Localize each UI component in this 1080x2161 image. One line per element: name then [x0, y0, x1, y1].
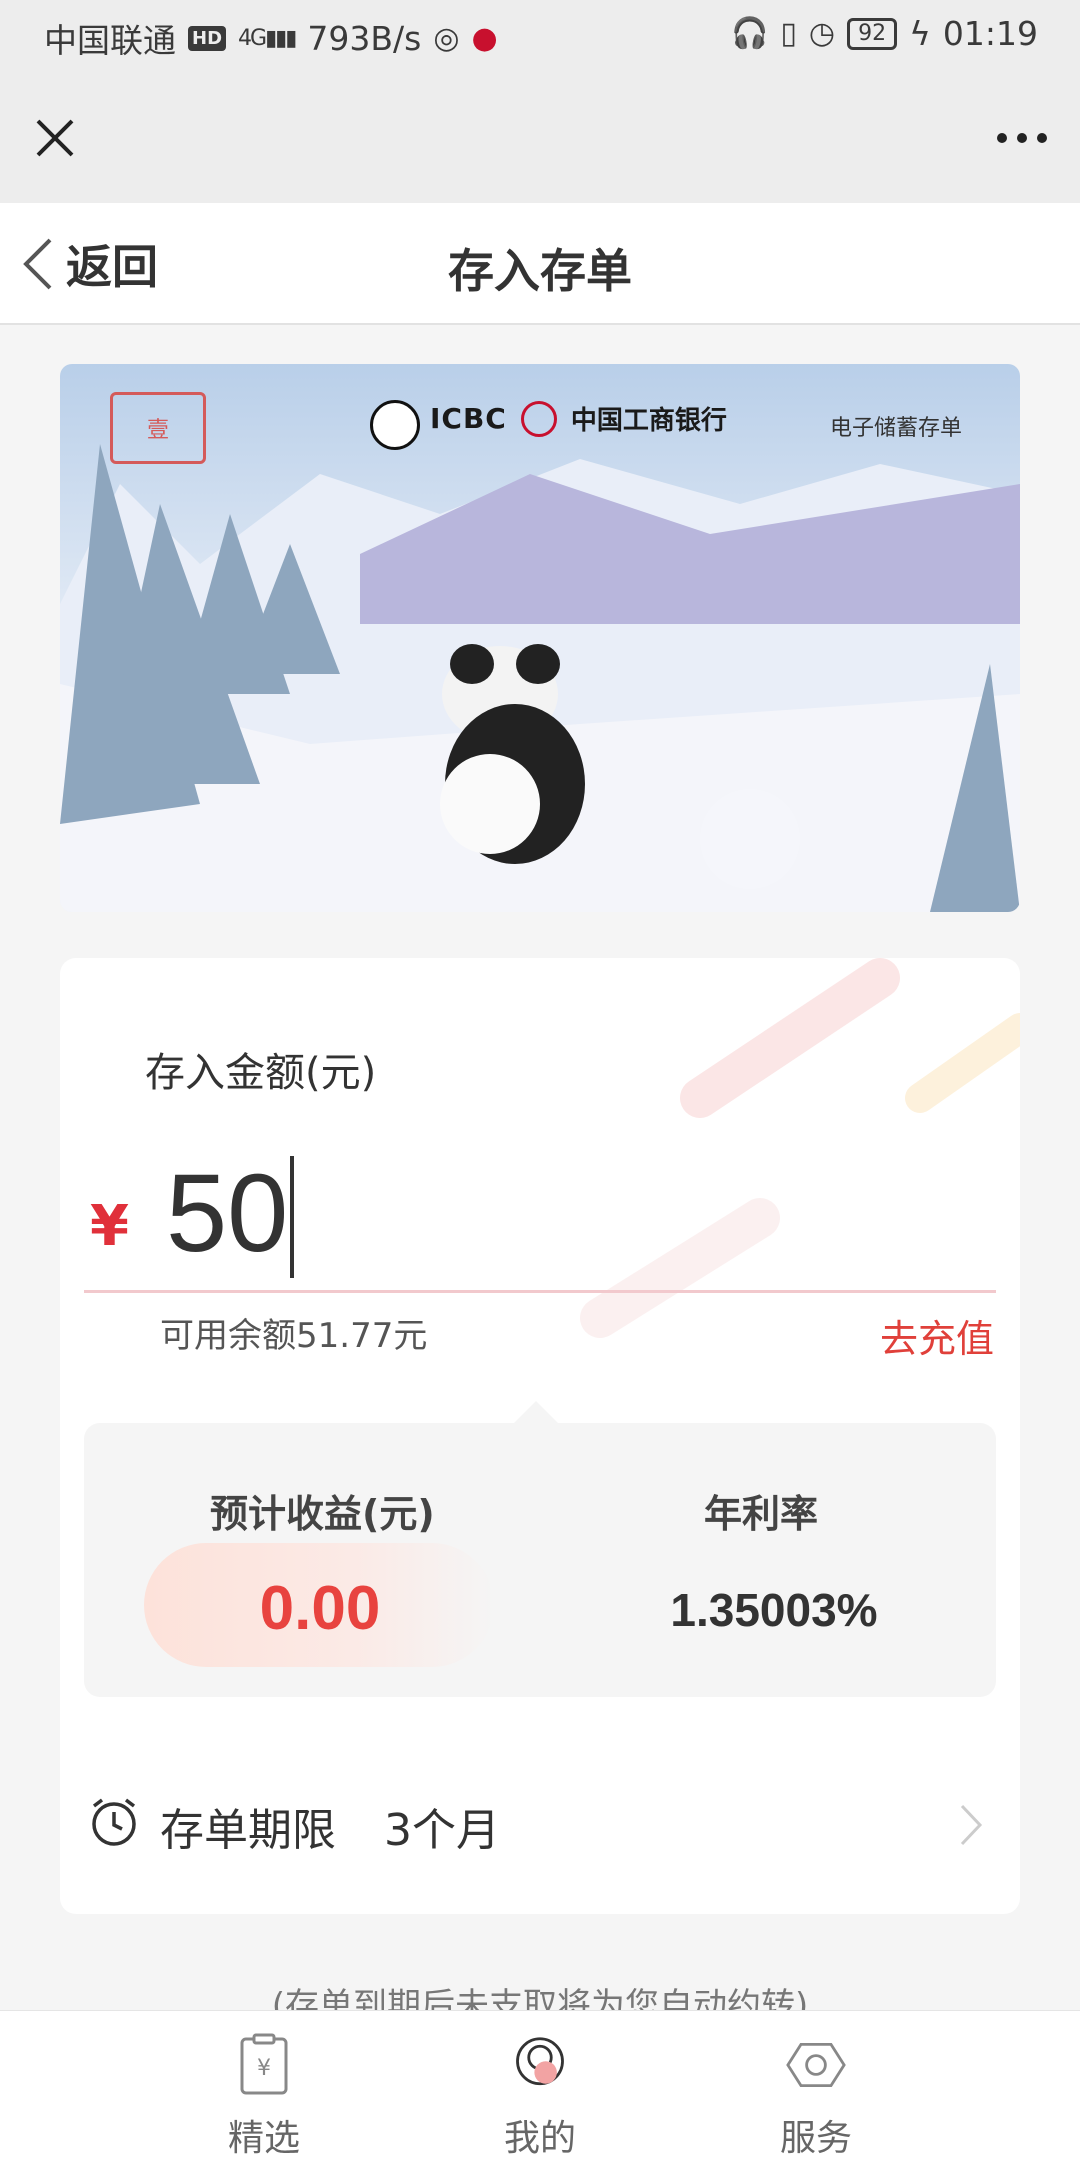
hd-badge: HD [188, 25, 227, 51]
svg-text:¥: ¥ [257, 2056, 271, 2081]
term-label: 存单期限 [160, 1805, 336, 1856]
metro-icon: ● [471, 20, 498, 56]
close-icon[interactable] [30, 113, 80, 163]
annual-rate-value: 1.35003% [670, 1584, 878, 1636]
status-right: 🎧 ▯ ◷ 92 ϟ 01:19 [731, 14, 1038, 53]
amount-underline [84, 1290, 996, 1293]
clock-time: 01:19 [942, 14, 1038, 53]
bank-brand: ICBC 中国工商银行 [430, 400, 727, 437]
carrier-name: 中国联通 [44, 21, 176, 60]
tab-featured-label: 精选 [227, 2118, 300, 2159]
icbc-logo-icon [520, 400, 557, 437]
bank-name: 中国工商银行 [570, 406, 727, 436]
deposit-form-card: 存入金额(元) ¥ 可用余额51.77元 去充值 预计收益(元) 0.00 年利… [60, 958, 1020, 1914]
deposit-card-illustration: 壹 ICBC 中国工商银行 电子储蓄存单 [60, 364, 1020, 912]
text-caret [290, 1156, 294, 1278]
profile-avatar-icon [516, 2037, 564, 2086]
seal-text: 壹 [146, 418, 169, 443]
more-icon[interactable] [992, 113, 1052, 163]
tab-featured[interactable]: ¥ 精选 [184, 2033, 344, 2161]
bank-abbr: ICBC [430, 402, 507, 435]
product-tag: 电子储蓄存单 [829, 416, 962, 441]
charging-icon: ϟ [909, 14, 931, 53]
recharge-link[interactable]: 去充值 [880, 1308, 994, 1363]
status-bar: 中国联通 HD 4G▮▮▮ 793B/s ◎ ● 🎧 ▯ ◷ 92 ϟ 01:1… [0, 0, 1080, 75]
tab-service-label: 服务 [779, 2118, 852, 2159]
page-title: 存入存单 [448, 244, 632, 298]
alarm-clock-icon [92, 1798, 136, 1846]
webview-bar [0, 75, 1080, 203]
seal-stamp: 壹 [110, 392, 206, 464]
tab-mine[interactable]: 我的 [460, 2033, 620, 2161]
chevron-right-icon [960, 1804, 983, 1846]
term-value: 3个月 [384, 1805, 500, 1856]
expected-profit-value: 0.00 [259, 1574, 381, 1643]
currency-symbol: ¥ [90, 1194, 129, 1259]
profit-summary: 预计收益(元) 0.00 年利率 1.35003% [84, 1423, 996, 1697]
expected-profit-label: 预计收益(元) [210, 1492, 435, 1536]
available-balance: 可用余额51.77元 [160, 1316, 428, 1356]
annual-rate-label: 年利率 [704, 1492, 819, 1536]
network-type: 4G [238, 25, 267, 51]
profit-notch [512, 1401, 560, 1425]
hexagon-service-icon [786, 2042, 846, 2088]
tab-service[interactable]: 服务 [736, 2033, 896, 2161]
netease-icon: ◎ [433, 20, 460, 56]
vibrate-icon: ▯ [780, 16, 797, 51]
amount-input[interactable] [166, 1148, 866, 1278]
amount-label: 存入金额(元) [145, 1050, 377, 1096]
status-left: 中国联通 HD 4G▮▮▮ 793B/s ◎ ● [44, 14, 498, 62]
speedometer-icon: ◷ [808, 16, 836, 51]
deposit-term-row[interactable]: 存单期限 3个月 [84, 1778, 996, 1888]
panda-logo-icon [370, 400, 420, 450]
network-speed: 793B/s [307, 18, 422, 58]
nav-bar: 返回 存入存单 [0, 203, 1080, 325]
headphones-icon: 🎧 [731, 16, 769, 51]
receipt-yen-icon: ¥ [240, 2033, 288, 2095]
signal-icon: 4G▮▮▮ [238, 25, 297, 51]
battery-icon: 92 [847, 17, 898, 50]
tab-mine-label: 我的 [503, 2118, 576, 2159]
bottom-tab-bar: ¥ 精选 我的 服务 [0, 2010, 1080, 2161]
